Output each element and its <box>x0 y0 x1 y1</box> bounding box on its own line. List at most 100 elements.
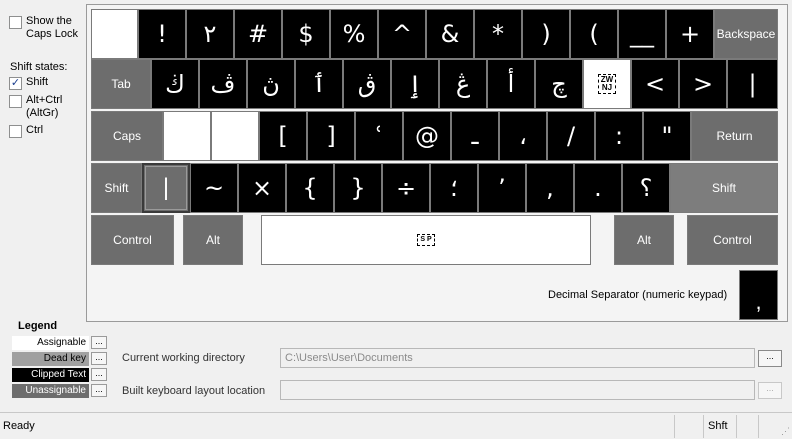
key-quote[interactable]: " <box>643 111 691 161</box>
key-0[interactable]: ( <box>570 9 618 59</box>
key-b[interactable]: ÷ <box>382 163 430 213</box>
key-1[interactable]: ! <box>138 9 186 59</box>
key-shift-left[interactable]: Shift <box>91 163 142 213</box>
key-shift-right[interactable]: Shift <box>670 163 778 213</box>
key-period[interactable]: . <box>574 163 622 213</box>
key-h[interactable]: @ <box>403 111 451 161</box>
key-oem3[interactable] <box>91 9 138 59</box>
key-x[interactable]: × <box>238 163 286 213</box>
cwd-browse-button[interactable]: ... <box>758 350 782 367</box>
zwnj-label: ZW NJ <box>597 74 617 94</box>
key-j[interactable]: ـ <box>451 111 499 161</box>
key-n[interactable]: ؛ <box>430 163 478 213</box>
key-u[interactable]: ڠ <box>439 59 487 109</box>
key-backspace[interactable]: Backspace <box>714 9 778 59</box>
status-separator <box>703 415 704 438</box>
ctrl-checkbox-row[interactable]: Ctrl <box>9 124 43 138</box>
key-alt-right[interactable]: Alt <box>614 215 674 265</box>
key-l[interactable]: / <box>547 111 595 161</box>
key-q[interactable]: ڬ <box>151 59 199 109</box>
key-k[interactable]: ، <box>499 111 547 161</box>
key-control-left[interactable]: Control <box>91 215 174 265</box>
key-y[interactable]: ٳ <box>391 59 439 109</box>
key-s[interactable] <box>211 111 259 161</box>
show-caps-lock-checkbox[interactable] <box>9 16 22 29</box>
key-5[interactable]: % <box>330 9 378 59</box>
status-shift-state: Shft <box>708 420 728 432</box>
key-f[interactable]: ] <box>307 111 355 161</box>
status-separator <box>758 415 759 438</box>
built-location-label: Built keyboard layout location <box>122 385 266 397</box>
key-v[interactable]: } <box>334 163 382 213</box>
key-t[interactable]: ڨ <box>343 59 391 109</box>
shift-states-panel: Show the Caps Lock Shift states: ✓ Shift… <box>0 0 86 320</box>
legend-assignable: Assignable <box>12 336 89 350</box>
key-semicolon[interactable]: : <box>595 111 643 161</box>
ctrl-checkbox[interactable] <box>9 125 22 138</box>
legend-title: Legend <box>18 320 58 332</box>
show-caps-lock-label: Show the Caps Lock <box>26 15 78 40</box>
key-g[interactable]: ʿ <box>355 111 403 161</box>
legend-clipped-text-button[interactable]: ... <box>91 368 107 381</box>
key-d[interactable]: [ <box>259 111 307 161</box>
show-caps-lock-checkbox-row[interactable]: Show the Caps Lock <box>9 15 78 41</box>
key-equals[interactable]: + <box>666 9 714 59</box>
built-location-field[interactable] <box>280 380 755 400</box>
key-tab[interactable]: Tab <box>91 59 151 109</box>
key-caps[interactable]: Caps <box>91 111 163 161</box>
key-r[interactable]: ٲ <box>295 59 343 109</box>
key-backslash[interactable]: | <box>727 59 778 109</box>
legend-clipped-text: Clipped Text <box>12 368 89 382</box>
key-m[interactable]: ’ <box>478 163 526 213</box>
key-comma[interactable]: , <box>526 163 574 213</box>
shift-checkbox-row[interactable]: ✓ Shift <box>9 76 48 90</box>
key-open-bracket[interactable]: < <box>631 59 679 109</box>
altgr-checkbox-row[interactable]: Alt+Ctrl (AltGr) <box>9 94 62 120</box>
legend-dead-key-button[interactable]: ... <box>91 352 107 365</box>
key-i[interactable]: أ <box>487 59 535 109</box>
ctrl-checkbox-label: Ctrl <box>26 124 44 136</box>
key-p[interactable]: ZW NJ <box>583 59 631 109</box>
key-4[interactable]: $ <box>282 9 330 59</box>
key-oem102[interactable]: | <box>142 163 190 213</box>
key-close-bracket[interactable]: > <box>679 59 727 109</box>
shift-states-label: Shift states: <box>10 61 68 73</box>
key-oem102-label: | <box>145 166 187 210</box>
key-c[interactable]: { <box>286 163 334 213</box>
shift-checkbox-label: Shift <box>26 76 49 88</box>
key-e[interactable]: ڽ <box>247 59 295 109</box>
status-bar: Ready Shft ⋰ <box>0 412 792 439</box>
keyboard-layout: ! ٢ # $ % ^ & * ) ( __ + Backspace Tab ڬ… <box>86 4 788 322</box>
key-o[interactable]: چ <box>535 59 583 109</box>
key-a[interactable] <box>163 111 211 161</box>
altgr-checkbox-label: Alt+Ctrl (AltGr) <box>26 94 63 119</box>
key-control-right[interactable]: Control <box>687 215 778 265</box>
cwd-field[interactable]: C:\Users\User\Documents <box>280 348 755 368</box>
key-minus[interactable]: __ <box>618 9 666 59</box>
legend-unassignable: Unassignable <box>12 384 89 398</box>
decimal-separator-key[interactable]: , <box>739 270 778 320</box>
legend-assignable-button[interactable]: ... <box>91 336 107 349</box>
key-w[interactable]: ڤ <box>199 59 247 109</box>
key-9[interactable]: ) <box>522 9 570 59</box>
key-8[interactable]: * <box>474 9 522 59</box>
shift-checkbox[interactable]: ✓ <box>9 77 22 90</box>
key-3[interactable]: # <box>234 9 282 59</box>
built-location-browse-button[interactable]: ... <box>758 382 782 399</box>
resize-grip-icon[interactable]: ⋰ <box>778 425 790 437</box>
legend-unassignable-button[interactable]: ... <box>91 384 107 397</box>
key-space[interactable]: S P <box>261 215 591 265</box>
key-return[interactable]: Return <box>691 111 778 161</box>
key-6[interactable]: ^ <box>378 9 426 59</box>
status-separator <box>674 415 675 438</box>
legend-dead-key: Dead key <box>12 352 89 366</box>
space-label: S P <box>417 234 435 246</box>
key-slash[interactable]: ؟ <box>622 163 670 213</box>
status-separator <box>736 415 737 438</box>
key-z[interactable]: ~ <box>190 163 238 213</box>
key-7[interactable]: & <box>426 9 474 59</box>
key-alt-left[interactable]: Alt <box>183 215 243 265</box>
key-2[interactable]: ٢ <box>186 9 234 59</box>
altgr-checkbox[interactable] <box>9 95 22 108</box>
decimal-separator-label: Decimal Separator (numeric keypad) <box>548 289 728 301</box>
